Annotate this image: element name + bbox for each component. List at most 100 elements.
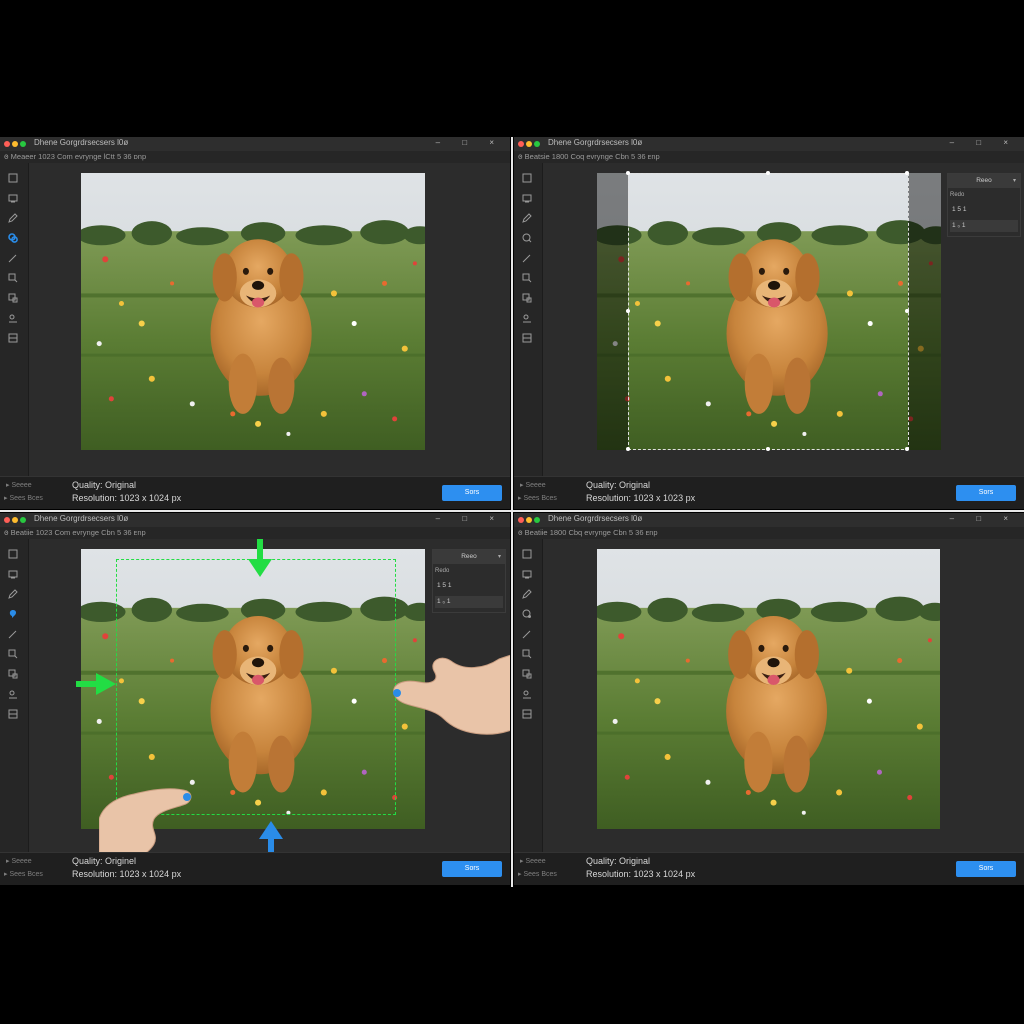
layers-icon[interactable] xyxy=(8,333,18,343)
window-title: Dhene Gorgrdrsecsers l0ø xyxy=(548,138,643,147)
ratio-option[interactable]: 1 ₀ 1 xyxy=(435,596,503,608)
crop-handle[interactable] xyxy=(905,309,909,313)
brush-icon[interactable] xyxy=(8,629,18,639)
minimize-dot-icon[interactable] xyxy=(12,141,18,147)
crop-handle[interactable] xyxy=(905,447,909,451)
crop-handle[interactable] xyxy=(626,171,630,175)
lasso-icon[interactable] xyxy=(8,609,18,619)
ratio-option[interactable]: 1 5 1 xyxy=(950,204,1018,216)
eyedropper-icon[interactable] xyxy=(522,689,532,699)
close-dot-icon[interactable] xyxy=(4,141,10,147)
window-controls[interactable]: – □ × xyxy=(436,514,504,523)
close-dot-icon[interactable] xyxy=(518,517,524,523)
close-dot-icon[interactable] xyxy=(4,517,10,523)
crop-guide-box[interactable] xyxy=(116,559,396,815)
window-title: Dhene Gorgrdrsecsers l0ø xyxy=(34,138,129,147)
transform-icon[interactable] xyxy=(8,669,18,679)
tool-sidebar xyxy=(514,163,543,477)
tool-sidebar xyxy=(514,539,543,853)
maximize-dot-icon[interactable] xyxy=(20,141,26,147)
title-bar: Dhene Gorgrdrsecsers l0ø – □ × xyxy=(0,513,510,528)
close-dot-icon[interactable] xyxy=(518,141,524,147)
transform-icon[interactable] xyxy=(522,293,532,303)
crop-handle[interactable] xyxy=(905,171,909,175)
window-controls[interactable]: – □ × xyxy=(950,138,1018,147)
maximize-dot-icon[interactable] xyxy=(20,517,26,523)
minimize-dot-icon[interactable] xyxy=(526,517,532,523)
image-canvas[interactable] xyxy=(29,163,510,477)
transform-icon[interactable] xyxy=(522,669,532,679)
frame-icon[interactable] xyxy=(522,193,532,203)
layers-icon[interactable] xyxy=(522,709,532,719)
save-button[interactable]: Sors xyxy=(442,485,502,501)
dog-photo xyxy=(81,173,425,450)
status-toggle-2[interactable]: ▸ Sees Bces xyxy=(4,870,43,878)
crop-handle[interactable] xyxy=(626,447,630,451)
stamp-icon[interactable] xyxy=(8,649,18,659)
chevron-down-icon: ▾ xyxy=(497,554,501,560)
maximize-dot-icon[interactable] xyxy=(534,517,540,523)
frame-icon[interactable] xyxy=(8,569,18,579)
menu-info[interactable]: ꙩ Beatiie 1800 Cbq evrynge Cbn 5 36 ᴇnp xyxy=(518,528,658,537)
pen-icon[interactable] xyxy=(522,213,532,223)
menu-info[interactable]: ꙩ Beatiie 1023 Com evrynge Cbn 5 36 ᴇnp xyxy=(4,528,146,537)
crop-handle[interactable] xyxy=(766,447,770,451)
image-canvas[interactable]: Reeo ▾ Redo 1 5 1 1 ₀ 1 xyxy=(29,539,510,869)
ratio-dropdown[interactable]: Reeo ▾ xyxy=(433,550,505,564)
brush-icon[interactable] xyxy=(522,629,532,639)
dog-photo-cropped xyxy=(597,549,940,829)
save-button[interactable]: Sors xyxy=(956,485,1016,501)
menu-info[interactable]: ꙩ Meaeer 1023 Com evrynge lCtt 5 36 ᴅnp xyxy=(4,152,146,161)
pen-icon[interactable] xyxy=(522,589,532,599)
eyedropper-icon[interactable] xyxy=(8,313,18,323)
status-toggle[interactable]: ▸ Seeee xyxy=(520,857,546,865)
status-toggle-2[interactable]: ▸ Sees Bces xyxy=(518,870,557,878)
crop-handle[interactable] xyxy=(626,309,630,313)
eyedropper-icon[interactable] xyxy=(522,313,532,323)
maximize-dot-icon[interactable] xyxy=(534,141,540,147)
lasso-icon[interactable] xyxy=(8,233,18,243)
frame-icon[interactable] xyxy=(8,193,18,203)
save-button[interactable]: Sors xyxy=(442,861,502,877)
status-toggle-2[interactable]: ▸ Sees Bces xyxy=(518,494,557,502)
crop-icon[interactable] xyxy=(522,549,532,559)
stamp-icon[interactable] xyxy=(522,649,532,659)
menu-bar: ꙩ Meaeer 1023 Com evrynge lCtt 5 36 ᴅnp xyxy=(0,151,510,163)
crop-icon[interactable] xyxy=(522,173,532,183)
window-controls[interactable]: – □ × xyxy=(950,514,1018,523)
transform-icon[interactable] xyxy=(8,293,18,303)
image-canvas[interactable] xyxy=(543,539,1024,853)
ratio-label: Redo xyxy=(950,192,965,198)
minimize-dot-icon[interactable] xyxy=(526,141,532,147)
crop-icon[interactable] xyxy=(8,173,18,183)
image-canvas[interactable]: Reeo ▾ Redo 1 5 1 1 ₀ 1 xyxy=(543,163,1024,477)
crop-handle[interactable] xyxy=(766,171,770,175)
status-toggle[interactable]: ▸ Seeee xyxy=(520,481,546,489)
eyedropper-icon[interactable] xyxy=(8,689,18,699)
menu-info[interactable]: ꙩ Beatsie 1800 Coq evrynge Cbn 5 36 ᴇnp xyxy=(518,152,660,161)
layers-icon[interactable] xyxy=(8,709,18,719)
status-toggle[interactable]: ▸ Seeee xyxy=(6,857,32,865)
frame-icon[interactable] xyxy=(522,569,532,579)
quality-text: Quality: Original xyxy=(586,856,651,866)
brush-icon[interactable] xyxy=(8,253,18,263)
lasso-icon[interactable] xyxy=(522,233,532,243)
ratio-dropdown[interactable]: Reeo ▾ xyxy=(948,174,1020,188)
status-toggle-2[interactable]: ▸ Sees Bces xyxy=(4,494,43,502)
status-toggle[interactable]: ▸ Seeee xyxy=(6,481,32,489)
crop-icon[interactable] xyxy=(8,549,18,559)
lasso-icon[interactable] xyxy=(522,609,532,619)
save-button[interactable]: Sors xyxy=(956,861,1016,877)
layers-icon[interactable] xyxy=(522,333,532,343)
ratio-option[interactable]: 1 ₀ 1 xyxy=(950,220,1018,232)
stamp-icon[interactable] xyxy=(522,273,532,283)
pen-icon[interactable] xyxy=(8,213,18,223)
window-controls[interactable]: – □ × xyxy=(436,138,504,147)
brush-icon[interactable] xyxy=(522,253,532,263)
stamp-icon[interactable] xyxy=(8,273,18,283)
crop-selection-box[interactable] xyxy=(628,173,909,450)
pen-icon[interactable] xyxy=(8,589,18,599)
menu-bar: ꙩ Beatsie 1800 Coq evrynge Cbn 5 36 ᴇnp xyxy=(514,151,1024,163)
ratio-option[interactable]: 1 5 1 xyxy=(435,580,503,592)
minimize-dot-icon[interactable] xyxy=(12,517,18,523)
